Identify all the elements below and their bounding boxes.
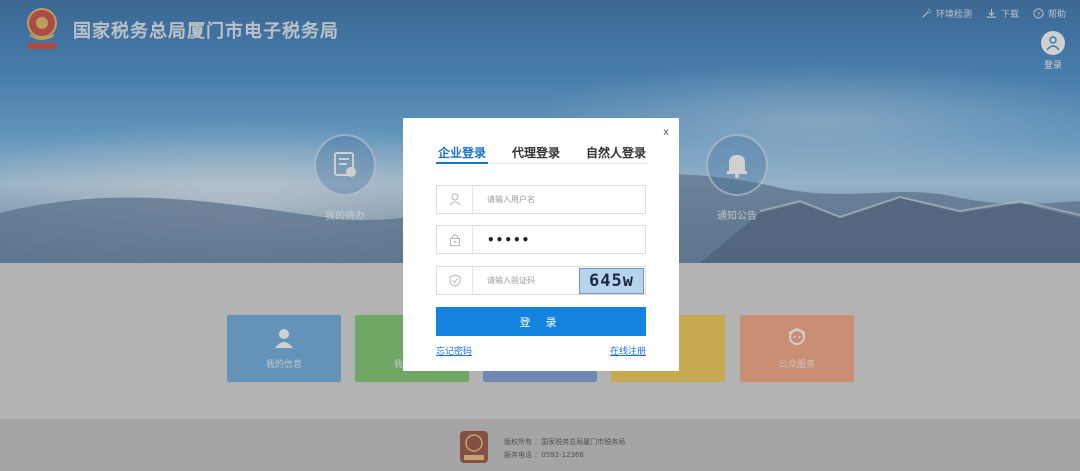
shield-icon — [437, 267, 473, 294]
forgot-password-link[interactable]: 忘记密码 — [436, 344, 472, 357]
login-modal: x 企业登录 代理登录 自然人登录 ••••• 645w 登 录 忘记密码 在线… — [403, 118, 679, 371]
login-tabs: 企业登录 代理登录 自然人登录 — [436, 144, 648, 164]
password-field: ••••• — [436, 225, 646, 254]
username-input[interactable] — [473, 186, 588, 213]
captcha-field: 645w — [436, 266, 646, 295]
captcha-input[interactable] — [473, 267, 578, 294]
username-field — [436, 185, 646, 214]
tab-agent-login[interactable]: 代理登录 — [510, 144, 562, 164]
register-link[interactable]: 在线注册 — [610, 344, 646, 357]
tab-individual-login[interactable]: 自然人登录 — [584, 144, 648, 164]
lock-icon — [437, 226, 473, 253]
password-input[interactable]: ••••• — [473, 233, 530, 247]
user-icon — [437, 186, 473, 213]
tab-enterprise-login[interactable]: 企业登录 — [436, 144, 489, 164]
login-submit-button[interactable]: 登 录 — [436, 307, 646, 336]
captcha-image[interactable]: 645w — [579, 268, 644, 294]
close-icon[interactable]: x — [663, 127, 669, 138]
